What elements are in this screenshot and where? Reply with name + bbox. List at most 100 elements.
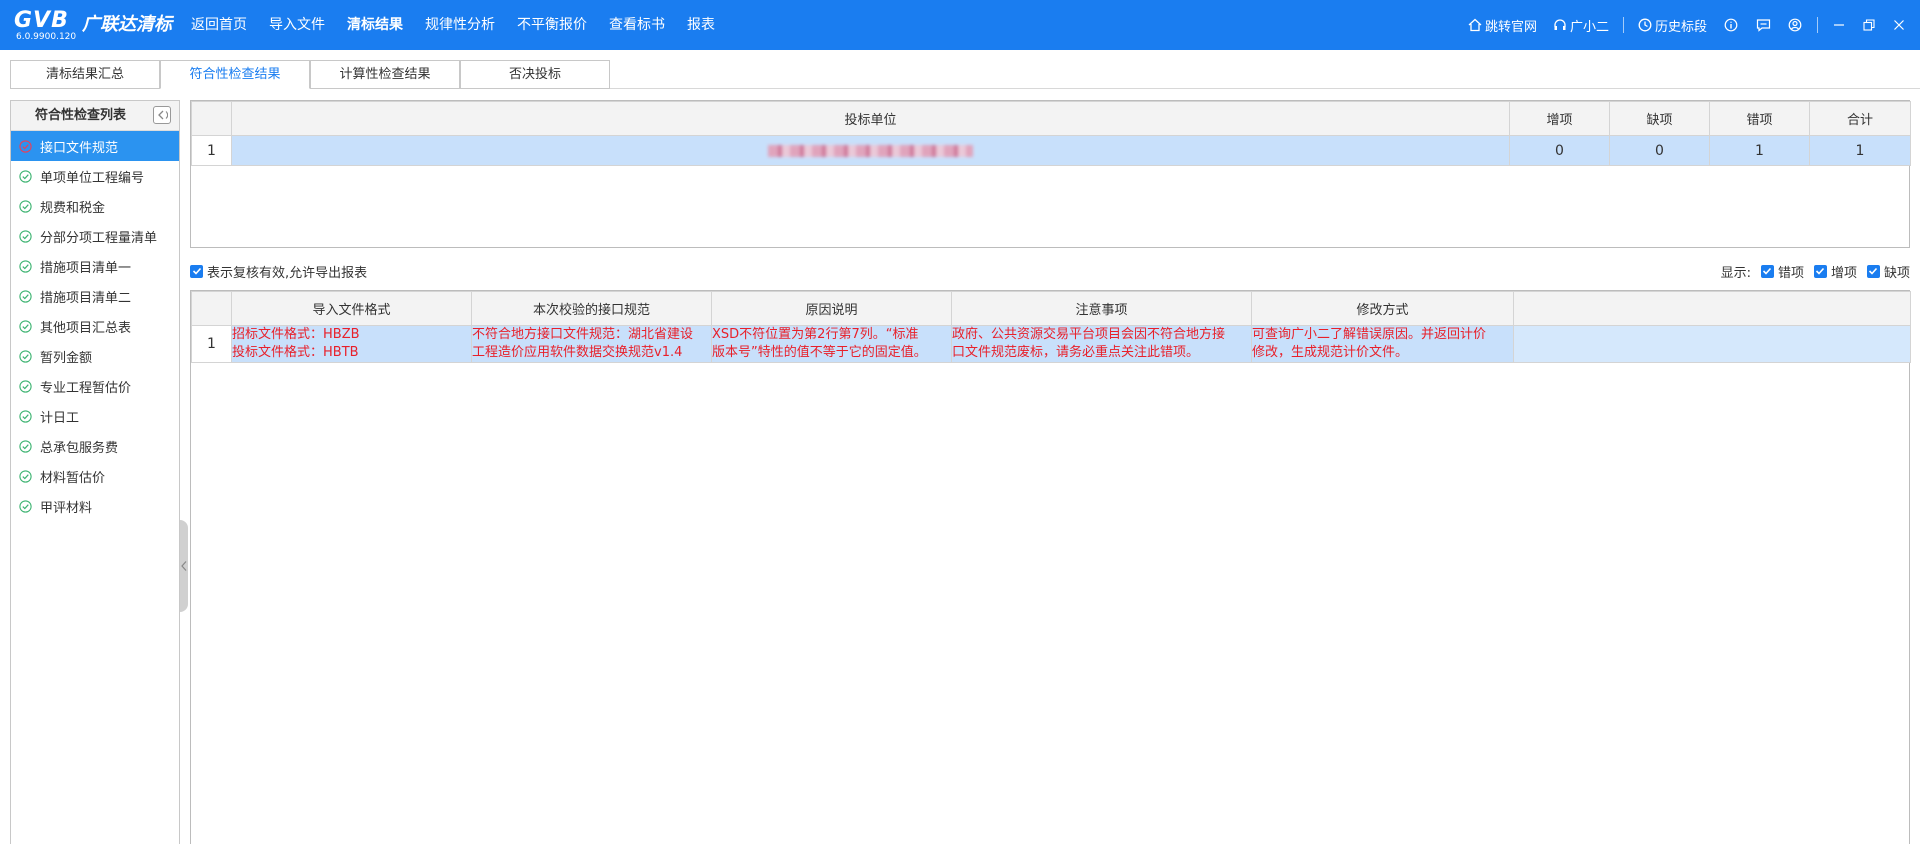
column-header-interface-spec[interactable]: 本次校验的接口规范 — [471, 291, 712, 326]
nav-pattern-analysis[interactable]: 规律性分析 — [414, 0, 506, 50]
compliance-check-list: 符合性检查列表 接口文件规范 单项单位工程编号 规费和税金 分部分项工程量清单 措施项目… — [10, 100, 180, 844]
table-row[interactable]: 1 招标文件格式：HBZB 投标文件格式：HBTB 不符合地方接口文件规范：湖北… — [191, 325, 1911, 363]
added-count: 0 — [1509, 135, 1610, 166]
history-link[interactable]: 历史标段 — [1638, 16, 1707, 35]
show-added-option[interactable]: 增项 — [1813, 262, 1857, 281]
tab-calculation-check[interactable]: 计算性检查结果 — [310, 60, 460, 89]
check-circle-icon — [19, 409, 32, 423]
result-tabs: 清标结果汇总 符合性检查结果 计算性检查结果 否决投标 — [10, 60, 610, 89]
column-header-wrong[interactable]: 错项 — [1709, 101, 1810, 136]
checkmark-icon — [192, 267, 201, 275]
reason-line-2: 版本号”特性的值不等于它的固定值。 — [712, 345, 927, 360]
website-label: 跳转官网 — [1484, 19, 1537, 35]
fix-line-1: 可查询广小二了解错误原因。并返回计价 — [1252, 327, 1487, 342]
list-item-label: 总承包服务费 — [40, 440, 119, 456]
nav-reports[interactable]: 报表 — [676, 0, 726, 50]
list-item[interactable]: 单项单位工程编号 — [11, 161, 179, 191]
column-header-file-format[interactable]: 导入文件格式 — [231, 291, 472, 326]
list-item[interactable]: 专业工程暂估价 — [11, 371, 179, 401]
list-item[interactable]: 措施项目清单一 — [11, 251, 179, 281]
list-item-label: 规费和税金 — [40, 200, 106, 216]
notes-line-2: 口文件规范废标，请务必重点关注此错项。 — [952, 345, 1200, 360]
column-header-reason[interactable]: 原因说明 — [711, 291, 952, 326]
message-button[interactable] — [1752, 14, 1774, 36]
check-circle-icon — [19, 139, 32, 153]
row-number: 1 — [191, 135, 232, 166]
list-item-label: 单项单位工程编号 — [40, 170, 145, 186]
column-header-notes[interactable]: 注意事项 — [951, 291, 1252, 326]
check-circle-icon — [19, 259, 32, 273]
column-header-fix[interactable]: 修改方式 — [1251, 291, 1514, 326]
tab-results-summary[interactable]: 清标结果汇总 — [10, 60, 160, 89]
file-format-cell: 招标文件格式：HBZB 投标文件格式：HBTB — [231, 325, 472, 363]
panel-splitter[interactable] — [180, 520, 188, 612]
check-detail-grid: 导入文件格式 本次校验的接口规范 原因说明 注意事项 修改方式 1 招标文件格式… — [190, 290, 1911, 844]
assistant-label: 广小二 — [1569, 19, 1609, 35]
divider — [1622, 17, 1624, 33]
check-circle-icon — [19, 379, 32, 393]
show-wrong-option[interactable]: 错项 — [1760, 262, 1804, 281]
collapse-left-icon — [158, 110, 168, 120]
restore-button[interactable] — [1854, 14, 1884, 36]
website-link[interactable]: 跳转官网 — [1468, 16, 1537, 35]
check-circle-icon — [19, 499, 32, 513]
minimize-button[interactable] — [1824, 14, 1854, 36]
column-header-added[interactable]: 增项 — [1509, 101, 1610, 136]
close-button[interactable] — [1884, 14, 1914, 36]
nav-home[interactable]: 返回首页 — [180, 0, 258, 50]
fix-cell: 可查询广小二了解错误原因。并返回计价 修改，生成规范计价文件。 — [1251, 325, 1514, 363]
main-nav: 返回首页 导入文件 清标结果 规律性分析 不平衡报价 查看标书 报表 — [180, 0, 726, 50]
top-right-toolbar: 跳转官网 广小二 历史标段 — [1460, 0, 1920, 50]
column-header-total[interactable]: 合计 — [1809, 101, 1911, 136]
check-circle-icon — [19, 469, 32, 483]
list-item-label: 措施项目清单一 — [40, 260, 132, 276]
list-item[interactable]: 计日工 — [11, 401, 179, 431]
check-circle-icon — [19, 349, 32, 363]
show-wrong-checkbox[interactable] — [1760, 264, 1774, 278]
column-header-bidder[interactable]: 投标单位 — [231, 101, 1510, 136]
show-added-checkbox[interactable] — [1813, 264, 1827, 278]
check-circle-icon — [19, 169, 32, 183]
list-item[interactable]: 分部分项工程量清单 — [11, 221, 179, 251]
show-missing-checkbox[interactable] — [1866, 264, 1880, 278]
list-item[interactable]: 措施项目清单二 — [11, 281, 179, 311]
nav-import[interactable]: 导入文件 — [258, 0, 336, 50]
tender-format: 招标文件格式：HBZB — [232, 327, 360, 342]
interface-spec-cell: 不符合地方接口文件规范：湖北省建设 工程造价应用软件数据交换规范v1.4 — [471, 325, 712, 363]
list-item[interactable]: 总承包服务费 — [11, 431, 179, 461]
list-item[interactable]: 暂列金额 — [11, 341, 179, 371]
list-item-label: 措施项目清单二 — [40, 290, 132, 306]
check-circle-icon — [19, 319, 32, 333]
list-item[interactable]: 材料暂估价 — [11, 461, 179, 491]
chevron-left-icon — [181, 561, 187, 571]
list-item-label: 暂列金额 — [40, 350, 93, 366]
table-row[interactable]: 1 0 0 1 1 — [191, 135, 1911, 166]
show-added-label: 增项 — [1830, 265, 1857, 281]
tab-rejected-bids[interactable]: 否决投标 — [460, 60, 610, 89]
show-missing-option[interactable]: 缺项 — [1866, 262, 1910, 281]
list-item[interactable]: 甲评材料 — [11, 491, 179, 521]
brand-name: 广联达清标 — [82, 14, 172, 35]
row-number-header — [191, 291, 232, 326]
nav-results[interactable]: 清标结果 — [336, 0, 414, 50]
display-options: 显示: 错项 增项 缺项 — [1721, 262, 1910, 281]
check-circle-icon — [19, 229, 32, 243]
valid-review-label: 表示复核有效,允许导出报表 — [207, 265, 368, 281]
fix-line-2: 修改，生成规范计价文件。 — [1252, 345, 1409, 360]
info-button[interactable] — [1720, 14, 1742, 36]
redacted-bidder-name — [768, 144, 973, 157]
tab-compliance-check[interactable]: 符合性检查结果 — [160, 60, 310, 89]
collapse-panel-button[interactable] — [153, 106, 171, 124]
assistant-link[interactable]: 广小二 — [1553, 16, 1609, 35]
list-item[interactable]: 规费和税金 — [11, 191, 179, 221]
notes-cell: 政府、公共资源交易平台项目会因不符合地方接 口文件规范废标，请务必重点关注此错项… — [951, 325, 1252, 363]
list-item[interactable]: 接口文件规范 — [11, 131, 179, 161]
nav-unbalanced-quote[interactable]: 不平衡报价 — [506, 0, 598, 50]
nav-view-bids[interactable]: 查看标书 — [598, 0, 676, 50]
bidder-name-redacted — [231, 135, 1510, 166]
column-header-missing[interactable]: 缺项 — [1609, 101, 1710, 136]
valid-review-checkbox[interactable] — [190, 264, 203, 278]
reason-cell: XSD不符位置为第2行第7列。“标准 版本号”特性的值不等于它的固定值。 — [711, 325, 952, 363]
user-button[interactable] — [1784, 14, 1806, 36]
list-item[interactable]: 其他项目汇总表 — [11, 311, 179, 341]
